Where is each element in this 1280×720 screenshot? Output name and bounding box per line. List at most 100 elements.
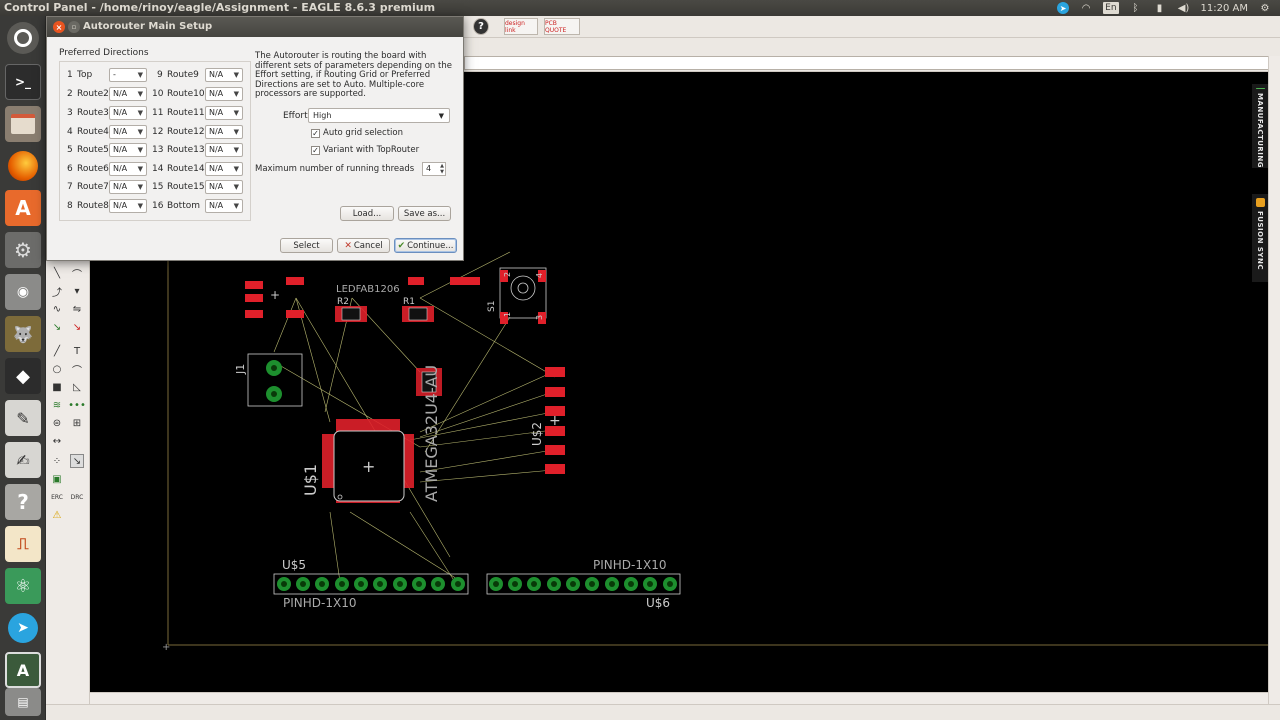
select-button-label: Select	[293, 240, 320, 251]
direction-select-route3[interactable]: N/A ▼	[109, 106, 147, 120]
help-icon[interactable]: ?	[5, 484, 41, 520]
direction-select-bottom[interactable]: N/A ▼	[205, 199, 243, 213]
direction-select-route9[interactable]: N/A ▼	[205, 68, 243, 82]
drc-tool-icon[interactable]: DRC	[70, 490, 84, 504]
direction-value: N/A	[209, 108, 224, 117]
load-button[interactable]: Load...	[340, 206, 394, 221]
attribute-tool-icon[interactable]: ⊞	[70, 416, 84, 430]
dialog-titlebar[interactable]: × ▫ Autorouter Main Setup	[47, 17, 463, 37]
vertical-scrollbar[interactable]	[1268, 56, 1280, 706]
save-as-button[interactable]: Save as...	[398, 206, 451, 221]
wire-tool-icon[interactable]: ╲	[50, 266, 64, 280]
gimp-icon[interactable]: 🐺	[5, 316, 41, 352]
bluetooth-icon[interactable]: ᛒ	[1129, 2, 1143, 14]
arc-tool-icon[interactable]: ⌒	[70, 266, 84, 281]
design-link-button[interactable]: design link	[504, 18, 538, 35]
wifi-icon[interactable]: ◠	[1079, 2, 1093, 14]
cancel-button[interactable]: ✕ Cancel	[337, 238, 390, 253]
ripup-tool-icon[interactable]: ↘	[50, 320, 64, 334]
keyboard-language-indicator[interactable]: En	[1103, 2, 1119, 14]
variant-toprouter-checkbox[interactable]: ✓	[311, 146, 320, 155]
close-icon[interactable]: ×	[53, 21, 65, 33]
direction-select-top[interactable]: - ▼	[109, 68, 147, 82]
threads-spinbox[interactable]: 4 ▲ ▼	[422, 162, 446, 176]
text-editor-icon[interactable]: ✎	[5, 400, 41, 436]
meander-tool-icon[interactable]: ∿	[50, 302, 64, 316]
screenshot-icon[interactable]: ◉	[5, 274, 41, 310]
telegram-icon[interactable]: ➤	[5, 610, 41, 646]
direction-select-route14[interactable]: N/A ▼	[205, 162, 243, 176]
chevron-down-icon: ▼	[233, 202, 239, 210]
hole-tool-icon[interactable]: ⊜	[50, 416, 64, 430]
continue-button[interactable]: ✔ Continue...	[394, 238, 457, 253]
horizontal-scrollbar[interactable]	[90, 692, 1268, 704]
gear-icon[interactable]: ⚙	[1258, 2, 1272, 14]
auto-tool-icon[interactable]: ↘	[70, 454, 84, 468]
polygon-tool-icon[interactable]: ◺	[70, 380, 84, 394]
layer-num: 3	[67, 108, 73, 118]
route-tool-icon[interactable]: ⇋	[70, 302, 84, 316]
spin-arrows-icon[interactable]: ▲ ▼	[440, 163, 444, 175]
drc-board-icon[interactable]: ▣	[50, 472, 64, 486]
layer-name: Route6	[77, 164, 109, 174]
terminal-icon[interactable]: >_	[5, 64, 41, 100]
direction-select-route7[interactable]: N/A ▼	[109, 180, 147, 194]
fusion-sync-tab[interactable]: FUSION SYNC	[1252, 194, 1268, 282]
maximize-icon[interactable]: ▫	[68, 21, 80, 33]
files-icon[interactable]	[5, 106, 41, 142]
layer-num: 10	[152, 89, 164, 99]
pinhd-right-label: PINHD-1X10	[593, 558, 666, 572]
telegram-tray-icon[interactable]: ➤	[1057, 2, 1070, 14]
line-tool-icon[interactable]: ╱	[50, 344, 64, 358]
miter-tool-icon[interactable]: ▾	[70, 284, 84, 298]
layer-name: Bottom	[167, 201, 201, 211]
preferred-directions-label: Preferred Directions	[59, 48, 149, 58]
direction-select-route15[interactable]: N/A ▼	[205, 180, 243, 194]
erc-tool-icon[interactable]: ERC	[50, 490, 64, 504]
dimension-tool-icon[interactable]: ↔	[50, 434, 64, 448]
eagle-schematic-icon[interactable]: ⎍	[5, 526, 41, 562]
clock[interactable]: 11:20 AM	[1201, 3, 1248, 14]
firefox-icon[interactable]	[5, 148, 41, 184]
arc2-tool-icon[interactable]: ⌒	[70, 362, 84, 377]
direction-select-route10[interactable]: N/A ▼	[205, 87, 243, 101]
text-tool-icon[interactable]: T	[70, 344, 84, 358]
rect-tool-icon[interactable]: ■	[50, 380, 64, 394]
trash-icon[interactable]: ▤	[5, 688, 41, 716]
pcb-quote-button[interactable]: PCB QUOTE	[544, 18, 580, 35]
layers-tool-icon[interactable]: ≋	[50, 398, 64, 412]
command-line-input[interactable]	[464, 56, 1274, 70]
direction-select-route12[interactable]: N/A ▼	[205, 125, 243, 139]
system-settings-icon[interactable]: ⚙	[5, 232, 41, 268]
effort-select[interactable]: High ▼	[308, 108, 450, 123]
via-tool-icon[interactable]: •••	[68, 398, 86, 412]
status-bar	[46, 704, 1280, 720]
gedit-icon[interactable]: ✍	[5, 442, 41, 478]
circle-tool-icon[interactable]: ○	[50, 362, 64, 376]
direction-select-route4[interactable]: N/A ▼	[109, 125, 147, 139]
auto-grid-checkbox[interactable]: ✓	[311, 129, 320, 138]
autorouter-tool-icon[interactable]: ↘	[70, 320, 84, 334]
volume-icon[interactable]: ◀)	[1177, 2, 1191, 14]
software-center-icon[interactable]: A	[5, 190, 41, 226]
layer-name: Route5	[77, 145, 109, 155]
direction-select-route6[interactable]: N/A ▼	[109, 162, 147, 176]
direction-select-route2[interactable]: N/A ▼	[109, 87, 147, 101]
manufacturing-tab[interactable]: MANUFACTURING	[1252, 84, 1268, 168]
warning-icon[interactable]: ⚠	[50, 508, 64, 522]
launcher: >_ A ⚙ ◉ 🐺 ◆ ✎ ✍ ? ⎍ ⚛ ➤ A ▤	[0, 16, 46, 720]
split-tool-icon[interactable]: ⤴	[50, 284, 64, 299]
eagle-icon[interactable]: A	[5, 652, 41, 688]
direction-value: N/A	[113, 127, 128, 136]
direction-select-route11[interactable]: N/A ▼	[205, 106, 243, 120]
atom-icon[interactable]: ⚛	[5, 568, 41, 604]
help-button[interactable]: ?	[473, 18, 489, 35]
inkscape-icon[interactable]: ◆	[5, 358, 41, 394]
direction-select-route5[interactable]: N/A ▼	[109, 143, 147, 157]
direction-select-route13[interactable]: N/A ▼	[205, 143, 243, 157]
battery-icon[interactable]: ▮	[1153, 2, 1167, 14]
direction-select-route8[interactable]: N/A ▼	[109, 199, 147, 213]
select-button[interactable]: Select	[280, 238, 333, 253]
ubuntu-dash-icon[interactable]	[7, 22, 39, 54]
ratsnest-tool-icon[interactable]: ⁘	[50, 454, 64, 468]
